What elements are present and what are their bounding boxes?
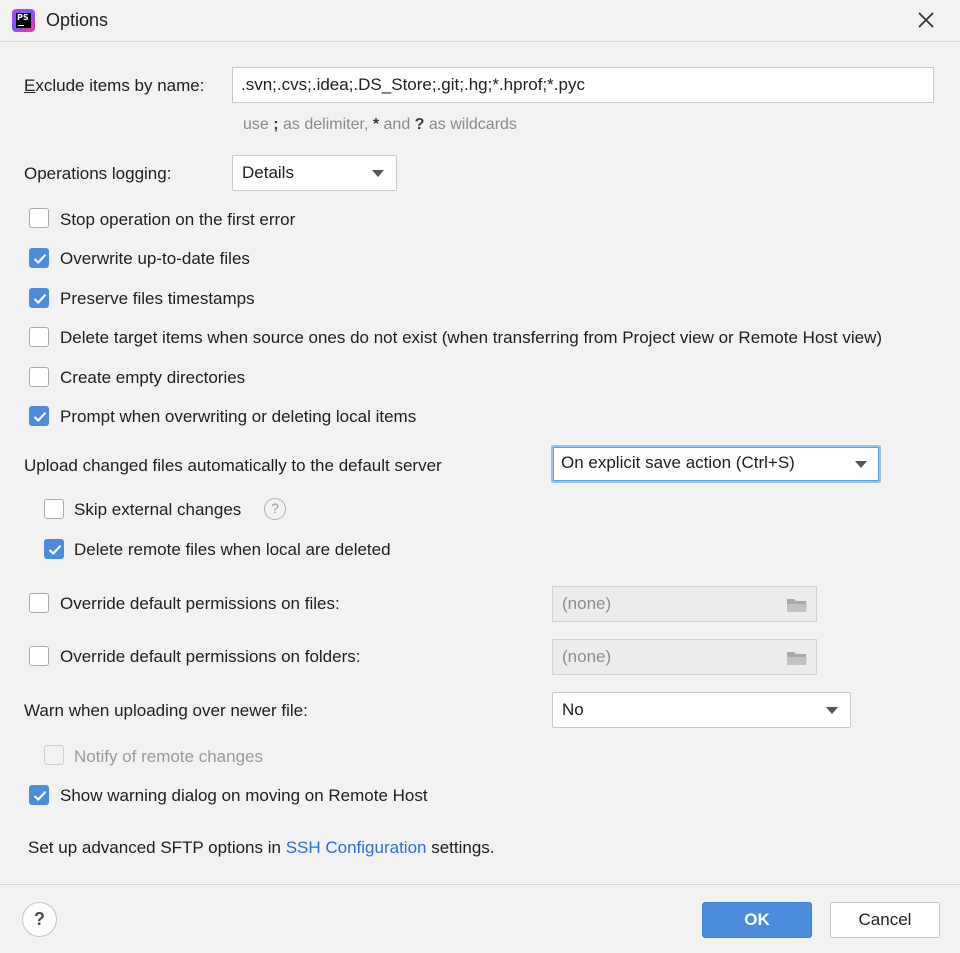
folders-permissions-field[interactable]: (none)	[552, 639, 817, 675]
files-permissions-field[interactable]: (none)	[552, 586, 817, 622]
warn-dropdown[interactable]: No	[552, 692, 851, 728]
ssh-configuration-link[interactable]: SSH Configuration	[286, 838, 427, 857]
check-icon	[33, 791, 47, 802]
close-icon	[918, 12, 934, 28]
logging-label: Operations logging:	[24, 164, 172, 183]
delete-target-label: Delete target items when source ones do …	[60, 328, 883, 347]
footer-divider	[0, 884, 960, 885]
window-title: Options	[46, 10, 109, 30]
warn-label: Warn when uploading over newer file:	[24, 701, 308, 720]
override-folders-permissions-label: Override default permissions on folders:	[60, 647, 361, 666]
logging-dropdown[interactable]: Details	[232, 155, 397, 191]
prompt-overwrite-checkbox[interactable]	[29, 406, 49, 426]
delete-remote-checkbox[interactable]	[44, 539, 64, 559]
ok-button[interactable]: OK	[702, 902, 812, 938]
preserve-timestamps-label: Preserve files timestamps	[60, 289, 255, 308]
close-button[interactable]	[906, 6, 946, 36]
skip-external-label: Skip external changes	[74, 500, 242, 519]
notify-remote-checkbox	[44, 745, 64, 765]
cancel-button[interactable]: Cancel	[830, 902, 940, 938]
preserve-timestamps-checkbox[interactable]	[29, 288, 49, 308]
chevron-down-icon	[372, 170, 384, 177]
sftp-text: Set up advanced SFTP options in SSH Conf…	[28, 838, 495, 857]
exclude-label: Exclude items by name:	[24, 76, 205, 95]
overwrite-uptodate-label: Overwrite up-to-date files	[60, 249, 250, 268]
overwrite-uptodate-checkbox[interactable]	[29, 248, 49, 268]
exclude-input[interactable]: .svn;.cvs;.idea;.DS_Store;.git;.hg;*.hpr…	[232, 67, 934, 103]
help-button[interactable]: ?	[22, 902, 57, 937]
check-icon	[33, 294, 47, 305]
show-warning-label: Show warning dialog on moving on Remote …	[60, 786, 428, 805]
create-empty-dirs-label: Create empty directories	[60, 368, 246, 387]
stop-on-error-checkbox[interactable]	[29, 208, 49, 228]
notify-remote-label: Notify of remote changes	[74, 747, 263, 766]
override-folders-permissions-checkbox[interactable]	[29, 646, 49, 666]
delete-remote-label: Delete remote files when local are delet…	[74, 540, 391, 559]
warn-value: No	[562, 700, 584, 719]
folder-icon[interactable]	[786, 649, 808, 667]
delete-target-checkbox[interactable]	[29, 327, 49, 347]
prompt-overwrite-label: Prompt when overwriting or deleting loca…	[60, 407, 417, 426]
folder-icon[interactable]	[786, 596, 808, 614]
check-icon	[33, 254, 47, 265]
logging-value: Details	[242, 163, 294, 182]
override-files-permissions-label: Override default permissions on files:	[60, 594, 340, 613]
options-dialog: PS Options Exclude items by name: .svn;.…	[0, 0, 960, 953]
upload-dropdown[interactable]: On explicit save action (Ctrl+S)	[551, 445, 881, 483]
show-warning-checkbox[interactable]	[29, 785, 49, 805]
check-icon	[33, 412, 47, 423]
folders-permissions-value: (none)	[562, 647, 612, 666]
files-permissions-value: (none)	[562, 594, 612, 613]
chevron-down-icon	[826, 707, 838, 714]
check-icon	[48, 545, 62, 556]
create-empty-dirs-checkbox[interactable]	[29, 367, 49, 387]
stop-on-error-label: Stop operation on the first error	[60, 210, 296, 229]
override-files-permissions-checkbox[interactable]	[29, 593, 49, 613]
exclude-hint: use ; as delimiter, * and ? as wildcards	[243, 116, 517, 133]
question-mark-icon[interactable]: ?	[264, 498, 286, 520]
skip-external-checkbox[interactable]	[44, 499, 64, 519]
title-bar: PS Options	[0, 0, 960, 42]
chevron-down-icon	[855, 461, 867, 468]
phpstorm-app-icon: PS	[12, 9, 35, 32]
upload-label: Upload changed files automatically to th…	[24, 456, 442, 475]
upload-value: On explicit save action (Ctrl+S)	[561, 453, 795, 472]
